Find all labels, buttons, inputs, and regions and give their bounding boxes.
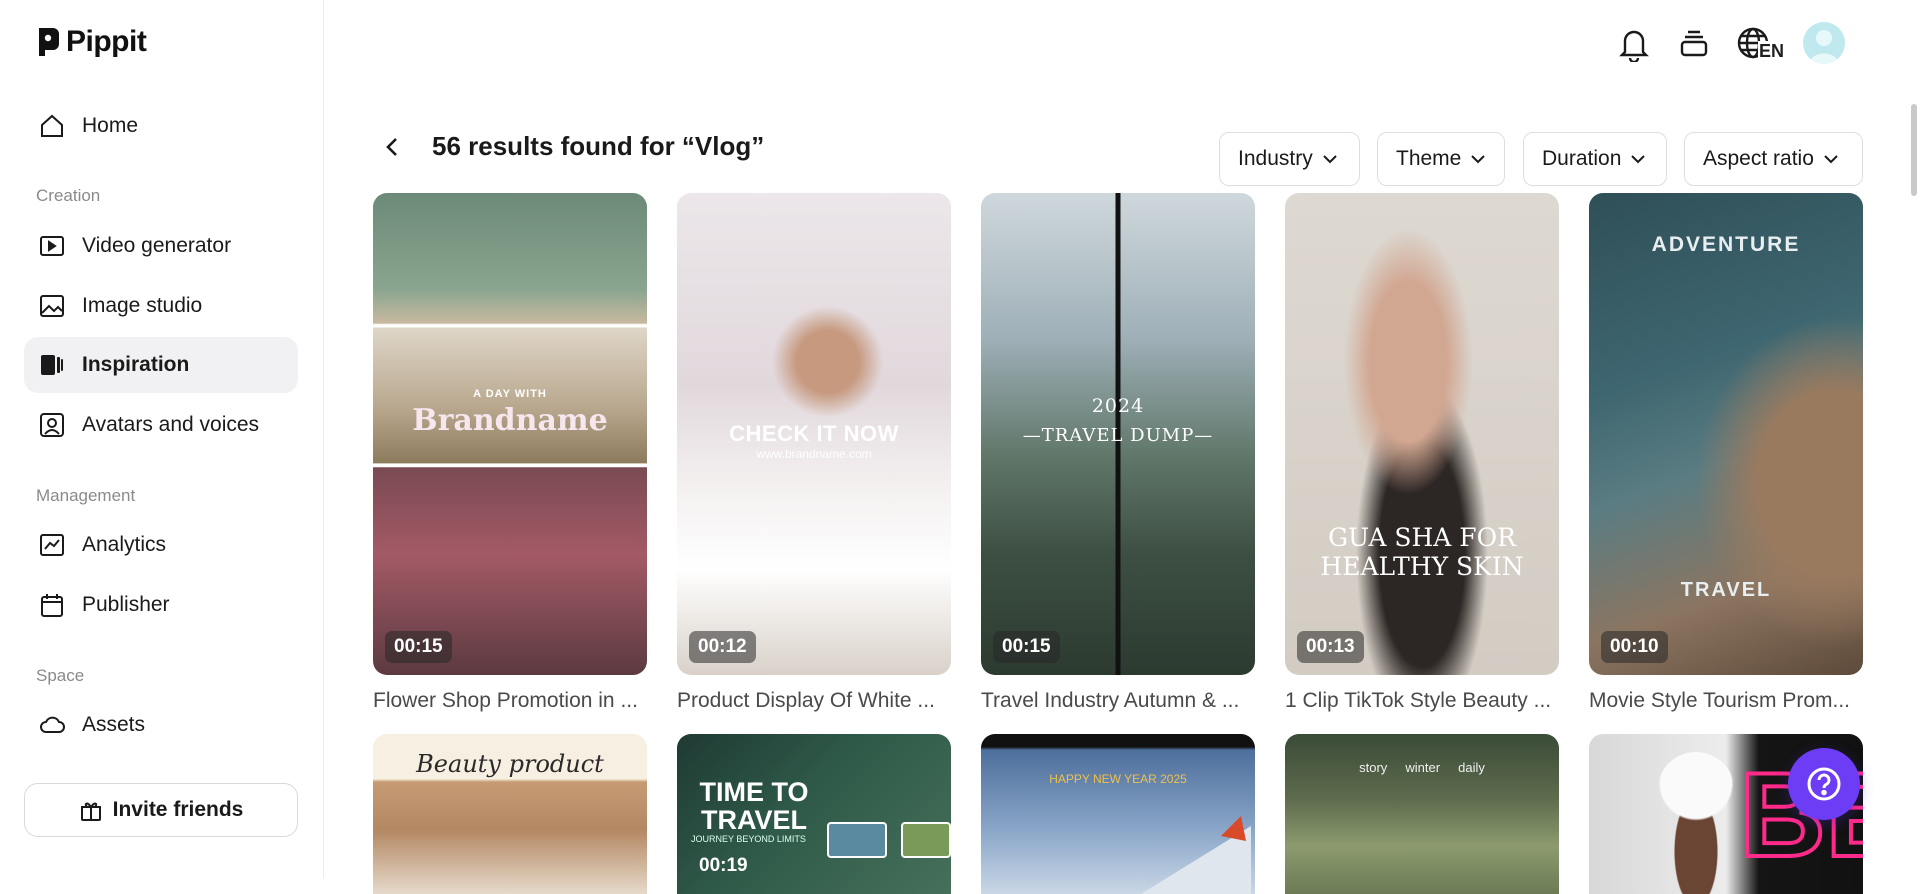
airplane-wing-icon <box>1141 816 1251 894</box>
card-overlay-title: —TRAVEL DUMP— <box>1022 425 1214 446</box>
card-overlay-title: Brandname <box>412 403 608 438</box>
card-overlay-title: TIME TO TRAVEL <box>699 777 809 835</box>
card-overlay-small: ADVENTURE <box>1651 233 1801 256</box>
chevron-down-icon <box>1631 154 1646 163</box>
card-title[interactable]: 1 Clip TikTok Style Beauty ... <box>1285 689 1559 713</box>
chevron-left-icon <box>386 138 397 156</box>
section-label-space: Space <box>36 666 85 685</box>
template-thumbnail[interactable]: 2024 —TRAVEL DUMP— 00:15 <box>981 193 1255 675</box>
card-overlay-small: JOURNEY BEYOND LIMITS <box>691 834 806 844</box>
card-overlay-title: Beauty product <box>416 750 604 778</box>
card-title[interactable]: Flower Shop Promotion in ... <box>373 689 647 713</box>
sidebar-item-analytics[interactable]: Analytics <box>24 517 298 573</box>
filter-label: Aspect ratio <box>1703 147 1814 170</box>
sidebar-item-label: Assets <box>82 713 146 736</box>
filter-aspect-ratio[interactable]: Aspect ratio <box>1684 132 1863 186</box>
section-label-creation: Creation <box>36 186 101 205</box>
inspiration-icon <box>38 351 66 379</box>
sidebar-item-label: Home <box>82 114 139 137</box>
section-label-management: Management <box>36 486 136 505</box>
back-button[interactable] <box>380 132 404 162</box>
video-plus-icon <box>38 232 66 260</box>
duration-badge: 00:10 <box>1601 631 1668 663</box>
template-thumbnail[interactable]: CHECK IT NOW www.brandname.com 00:12 <box>677 193 951 675</box>
card-title[interactable]: Product Display Of White ... <box>677 689 951 713</box>
sidebar-item-label: Inspiration <box>82 353 190 376</box>
chevron-down-icon <box>1471 154 1486 163</box>
template-thumbnail[interactable]: GUA SHA FOR HEALTHY SKIN 00:13 <box>1285 193 1559 675</box>
language-code: EN <box>1758 41 1786 62</box>
sidebar-item-video-generator[interactable]: Video generator <box>24 218 298 274</box>
filter-duration[interactable]: Duration <box>1523 132 1667 186</box>
analytics-icon <box>38 531 66 559</box>
card-overlay-title-2: HEALTHY SKIN <box>1320 552 1524 581</box>
card-overlay-small: A DAY WITH <box>473 388 547 400</box>
template-thumbnail[interactable]: HAPPY NEW YEAR 2025 <box>981 734 1255 894</box>
stack-icon[interactable] <box>1672 22 1716 66</box>
template-thumbnail[interactable]: TIME TO TRAVEL JOURNEY BEYOND LIMITS 00:… <box>677 734 951 894</box>
card-overlay-title: TRAVEL <box>1680 579 1772 601</box>
user-silhouette-icon <box>1809 30 1839 64</box>
template-thumbnail[interactable]: story winter daily <box>1285 734 1559 894</box>
filter-label: Theme <box>1396 147 1462 170</box>
invite-label: Invite friends <box>112 798 244 821</box>
notification-bell-icon[interactable] <box>1612 22 1656 66</box>
duration-badge: 00:13 <box>1297 631 1364 663</box>
invite-friends-button[interactable]: Invite friends <box>24 783 298 837</box>
chevron-down-icon <box>1824 154 1838 163</box>
user-avatar[interactable] <box>1803 22 1845 64</box>
filter-label: Duration <box>1542 147 1622 170</box>
card-title[interactable]: Movie Style Tourism Prom... <box>1589 689 1863 713</box>
sidebar-item-label: Avatars and voices <box>82 413 260 436</box>
sidebar-item-inspiration[interactable]: Inspiration <box>24 337 298 393</box>
duration-badge: 00:15 <box>993 631 1060 663</box>
language-globe-icon[interactable]: EN <box>1736 22 1786 66</box>
chevron-down-icon <box>1322 154 1337 163</box>
card-overlay-title: GUA SHA FOR <box>1328 523 1516 552</box>
sidebar-item-home[interactable]: Home <box>24 98 298 154</box>
filter-label: Industry <box>1238 147 1313 170</box>
template-thumbnail[interactable]: Beauty product <box>373 734 647 894</box>
duration-badge: 00:15 <box>385 631 452 663</box>
filter-industry[interactable]: Industry <box>1219 132 1360 186</box>
avatar-icon <box>38 411 66 439</box>
duration-badge: 00:19 <box>699 855 748 876</box>
calendar-icon <box>38 591 66 619</box>
brand-name: Pippit <box>66 25 147 58</box>
card-title[interactable]: Travel Industry Autumn & ... <box>981 689 1255 713</box>
card-overlay-small: 2024 <box>1091 395 1145 417</box>
gift-icon <box>80 802 101 821</box>
duration-badge: 00:12 <box>689 631 756 663</box>
results-heading: 56 results found for “Vlog” <box>432 131 765 161</box>
pippit-logo-icon <box>39 28 59 56</box>
sidebar-item-label: Video generator <box>82 234 232 257</box>
sidebar-item-label: Analytics <box>82 533 167 556</box>
card-preview-thumb <box>827 822 887 858</box>
scrollbar-thumb[interactable] <box>1911 104 1917 196</box>
sidebar-item-avatars[interactable]: Avatars and voices <box>24 397 298 453</box>
sidebar: Pippit Home Creation Video generator Ima… <box>0 0 324 878</box>
card-overlay-title: CHECK IT NOW <box>729 421 899 446</box>
home-icon <box>38 112 66 140</box>
image-icon <box>38 292 66 320</box>
portrait-figure <box>1657 752 1735 894</box>
card-overlay-title: HAPPY NEW YEAR 2025 <box>1049 772 1187 786</box>
sidebar-item-assets[interactable]: Assets <box>24 697 298 753</box>
help-button[interactable] <box>1788 748 1860 820</box>
logo[interactable]: Pippit <box>36 25 147 59</box>
template-thumbnail[interactable]: A DAY WITH Brandname 00:15 <box>373 193 647 675</box>
card-overlay-small: www.brandname.com <box>756 447 872 461</box>
cloud-icon <box>38 711 66 739</box>
card-preview-thumb <box>901 822 951 858</box>
sidebar-item-label: Image studio <box>82 294 203 317</box>
question-mark-icon <box>1807 767 1841 801</box>
sidebar-item-publisher[interactable]: Publisher <box>24 577 298 633</box>
filter-theme[interactable]: Theme <box>1377 132 1505 186</box>
sidebar-item-image-studio[interactable]: Image studio <box>24 278 298 334</box>
sidebar-item-label: Publisher <box>82 593 170 616</box>
card-overlay-title: story winter daily <box>1359 760 1485 775</box>
template-thumbnail[interactable]: ADVENTURE TRAVEL 00:10 <box>1589 193 1863 675</box>
